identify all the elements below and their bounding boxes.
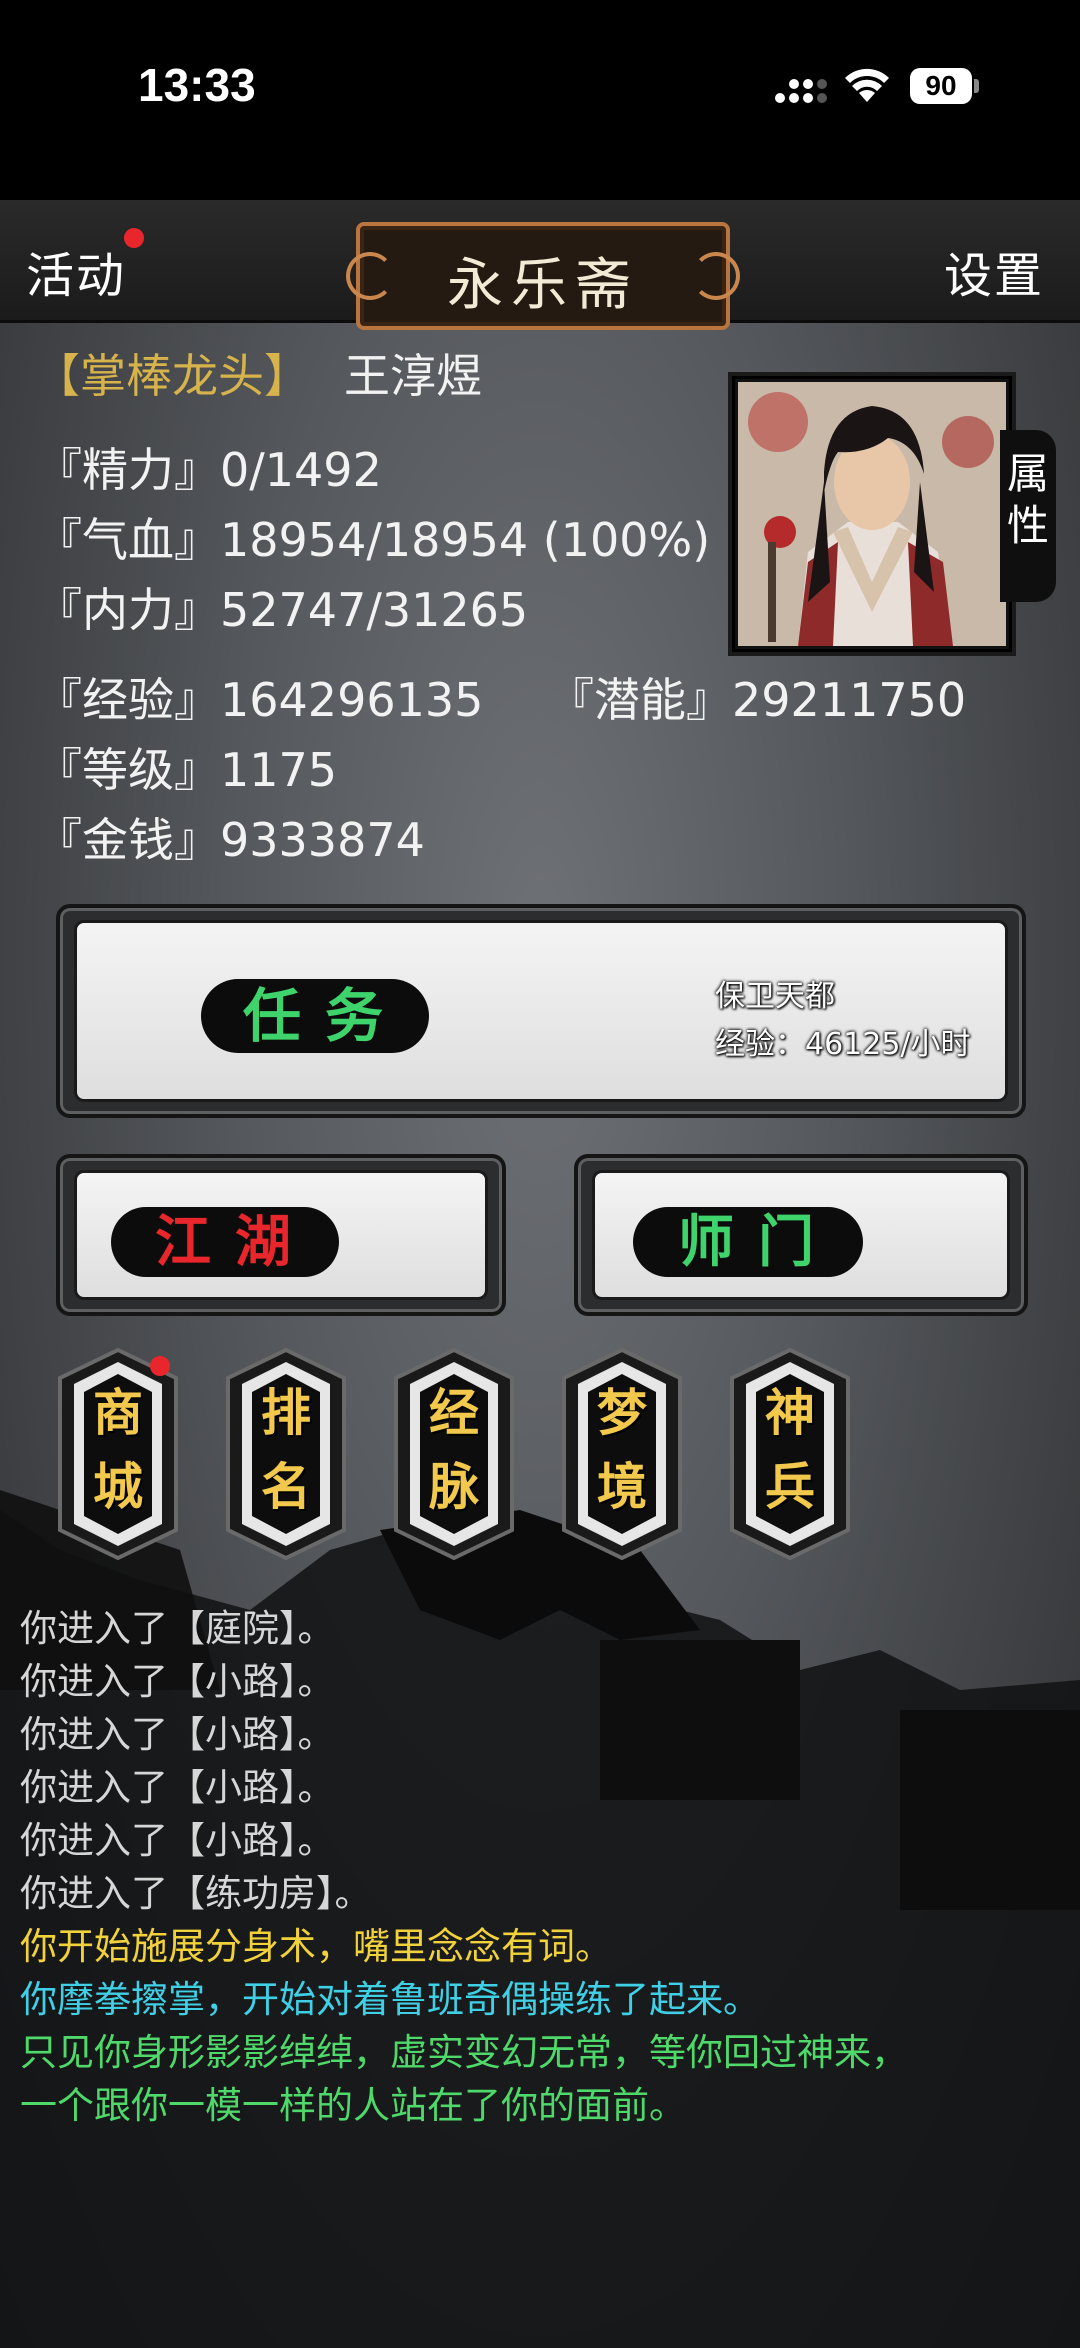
stat-money: 『金钱』9333874 <box>36 813 425 867</box>
task-name: 保卫天都 <box>715 979 835 1014</box>
shimen-label: 师门 <box>633 1207 863 1277</box>
stat-level: 『等级』1175 <box>36 743 338 797</box>
meridian-button[interactable]: 经脉 <box>392 1348 516 1560</box>
player-name: 王淳煜 <box>344 349 482 403</box>
portrait-image <box>738 382 1006 646</box>
menu-label-bottom: 脉 <box>429 1457 479 1516</box>
battery-indicator: 90 <box>910 68 972 104</box>
log-line: 你进入了【庭院】。 <box>20 1607 335 1650</box>
activity-button[interactable]: 活动 <box>26 236 126 306</box>
log-line: 你进入了【小路】。 <box>20 1766 335 1809</box>
menu-label-top: 商 <box>93 1383 143 1442</box>
menu-label-bottom: 兵 <box>765 1457 815 1516</box>
log-line: 你进入了【练功房】。 <box>20 1872 372 1915</box>
shimen-button[interactable]: 师门 <box>574 1154 1028 1316</box>
task-panel[interactable]: 任务 保卫天都 经验：46125/小时 <box>56 904 1026 1118</box>
message-log: 你进入了【庭院】。 你进入了【小路】。 你进入了【小路】。 你进入了【小路】。 你进入了… <box>0 1590 1080 2348</box>
location-title-plaque: 永乐斋 <box>346 222 740 330</box>
task-exp-rate: 经验：46125/小时 <box>715 1027 971 1062</box>
game-screen: 活动 永乐斋 设置 【掌棒龙头】 王淳煜 『精力』0/1492 『气血』1895… <box>0 200 1080 2348</box>
stat-experience: 『经验』164296135 <box>36 673 484 727</box>
stat-potential: 『潜能』29211750 <box>548 673 967 727</box>
stat-internal-force: 『内力』52747/31265 <box>36 583 529 637</box>
menu-label-top: 排 <box>261 1383 311 1442</box>
menu-button-label: 经脉 <box>392 1376 516 1524</box>
menu-label-bottom: 名 <box>261 1457 311 1516</box>
log-line: 你摩拳擦掌，开始对着鲁班奇偶操练了起来。 <box>20 1978 760 2021</box>
menu-label-top: 经 <box>429 1383 479 1442</box>
jianghu-label: 江湖 <box>111 1207 339 1277</box>
attributes-tab-char-2: 性 <box>1006 501 1049 550</box>
menu-label-top: 梦 <box>597 1383 647 1442</box>
activity-notification-dot <box>124 228 144 248</box>
log-line: 一个跟你一模一样的人站在了你的面前。 <box>20 2084 686 2127</box>
attributes-tab[interactable]: 属 性 <box>1000 430 1056 602</box>
player-rank: 【掌棒龙头】 <box>34 349 310 403</box>
stat-health: 『气血』18954/18954 (100%) <box>36 513 711 567</box>
player-portrait[interactable] <box>732 376 1012 652</box>
stat-energy: 『精力』0/1492 <box>36 443 382 497</box>
log-line: 你进入了【小路】。 <box>20 1713 335 1756</box>
log-line: 只见你身形影影绰绰，虚实变幻无常，等你回过神来， <box>20 2031 908 2074</box>
shop-button[interactable]: 商城 <box>56 1348 180 1560</box>
battery-tip <box>974 79 979 93</box>
log-line: 你进入了【小路】。 <box>20 1660 335 1703</box>
clock: 13:33 <box>138 59 256 111</box>
top-bar: 活动 永乐斋 设置 <box>0 200 1080 330</box>
menu-button-label: 梦境 <box>560 1376 684 1524</box>
log-line: 你开始施展分身术，嘴里念念有词。 <box>20 1925 612 1968</box>
shimen-button-inner: 师门 <box>592 1170 1010 1300</box>
divine-weapon-button[interactable]: 神兵 <box>728 1348 852 1560</box>
menu-button-label: 商城 <box>56 1376 180 1524</box>
jianghu-button[interactable]: 江湖 <box>56 1154 506 1316</box>
location-title: 永乐斋 <box>447 253 639 318</box>
task-label: 任务 <box>201 979 429 1053</box>
menu-button-label: 神兵 <box>728 1376 852 1524</box>
attributes-tab-char-1: 属 <box>1006 449 1049 498</box>
menu-label-bottom: 城 <box>93 1457 143 1516</box>
menu-label-top: 神 <box>765 1383 815 1442</box>
status-bar: 13:33 90 <box>0 0 1080 200</box>
dream-button[interactable]: 梦境 <box>560 1348 684 1560</box>
task-panel-inner: 任务 保卫天都 经验：46125/小时 <box>74 920 1008 1102</box>
shop-notification-dot <box>150 1356 170 1376</box>
menu-label-bottom: 境 <box>597 1457 647 1516</box>
wifi-icon <box>845 68 889 102</box>
cellular-signal-icon <box>775 79 827 103</box>
ranking-button[interactable]: 排名 <box>224 1348 348 1560</box>
jianghu-button-inner: 江湖 <box>74 1170 488 1300</box>
menu-button-label: 排名 <box>224 1376 348 1524</box>
settings-button[interactable]: 设置 <box>944 236 1044 306</box>
log-line: 你进入了【小路】。 <box>20 1819 335 1862</box>
